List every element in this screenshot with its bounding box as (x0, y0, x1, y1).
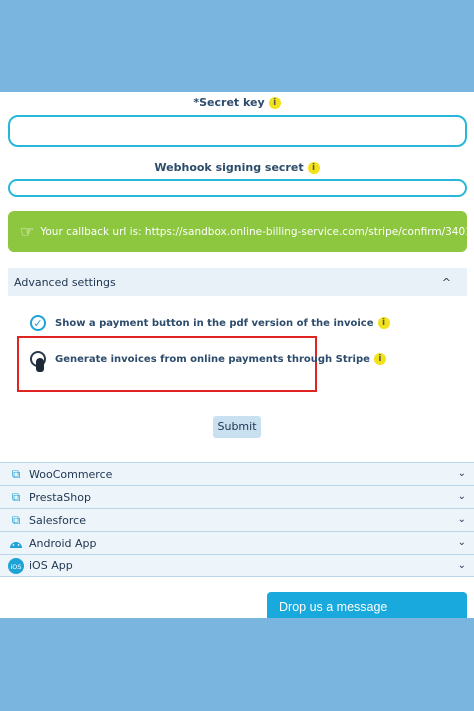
chevron-down-icon: ⌄ (457, 537, 466, 548)
plugin-item-android[interactable]: Android App ⌄ (0, 531, 474, 554)
chevron-down-icon: ⌄ (457, 514, 466, 525)
secret-key-input[interactable] (8, 115, 467, 147)
secret-key-label: *Secret key i (0, 96, 474, 109)
submit-button[interactable]: Submit (213, 416, 261, 438)
svg-text:iOS: iOS (10, 563, 21, 571)
chat-widget-button[interactable]: Drop us a message (267, 592, 467, 618)
plugin-icon: ⧉ (11, 512, 21, 527)
option-payment-button[interactable]: ✓ Show a payment button in the pdf versi… (30, 315, 390, 331)
info-icon[interactable]: i (373, 353, 386, 365)
webhook-secret-input[interactable] (8, 179, 467, 197)
checkbox-checked-icon[interactable]: ✓ (30, 315, 46, 331)
info-icon[interactable]: i (377, 317, 390, 329)
advanced-settings-header[interactable]: Advanced settings ^ (8, 268, 467, 296)
stripe-settings-panel: *Secret key i Webhook signing secret i ☞ Y… (0, 92, 474, 618)
chevron-up-icon: ^ (441, 275, 451, 289)
chevron-down-icon: ⌄ (457, 491, 466, 502)
callback-url-banner: ☞ Your callback url is: https://sandbox.… (8, 211, 467, 252)
checkbox-unchecked-icon[interactable] (30, 351, 46, 372)
plugin-list: ⧉ WooCommerce ⌄ ⧉ PrestaShop ⌄ ⧉ Salesfo… (0, 462, 474, 577)
chevron-down-icon: ⌄ (457, 468, 466, 479)
pointing-hand-icon: ☞ (20, 222, 35, 241)
plugin-item-ios[interactable]: iOS iOS App ⌄ (0, 554, 474, 577)
info-icon[interactable]: i (307, 162, 320, 174)
plugin-item-salesforce[interactable]: ⧉ Salesforce ⌄ (0, 508, 474, 531)
ios-icon: iOS (8, 557, 24, 574)
plugin-icon: ⧉ (11, 489, 21, 504)
info-icon[interactable]: i (268, 97, 281, 109)
option-generate-invoices[interactable]: Generate invoices from online payments t… (30, 351, 386, 372)
plugin-item-woocommerce[interactable]: ⧉ WooCommerce ⌄ (0, 462, 474, 485)
chevron-down-icon: ⌄ (457, 560, 466, 571)
plugin-item-prestashop[interactable]: ⧉ PrestaShop ⌄ (0, 485, 474, 508)
webhook-secret-label: Webhook signing secret i (0, 161, 474, 174)
plugin-icon: ⧉ (11, 466, 21, 481)
android-icon (8, 535, 24, 551)
